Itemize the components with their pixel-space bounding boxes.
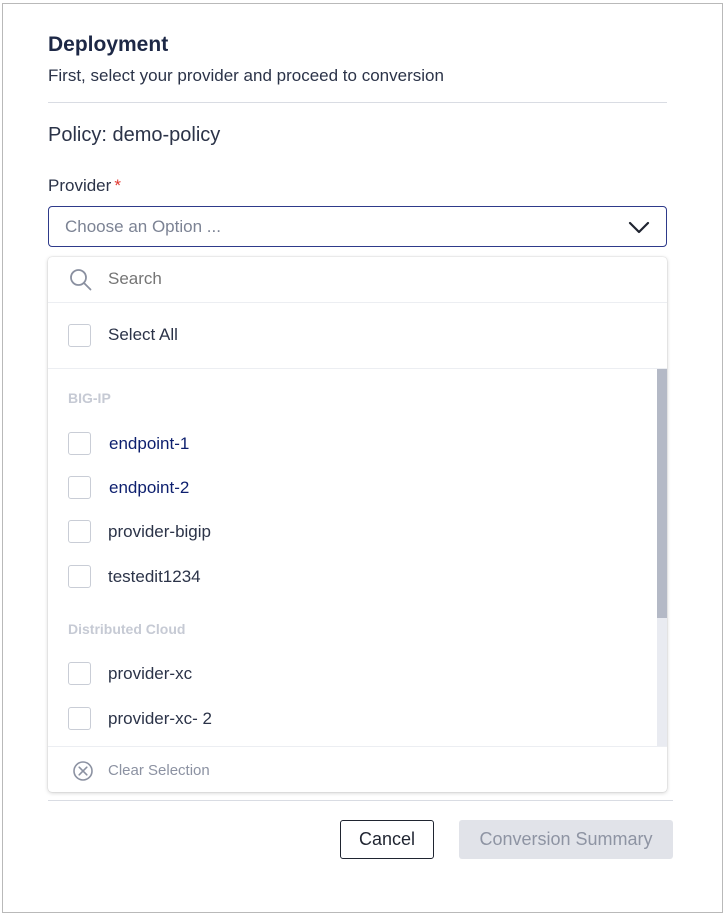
option-label: endpoint-2 bbox=[109, 478, 190, 497]
option-provider-xc-2[interactable]: provider-xc- 2 bbox=[48, 699, 657, 739]
select-all-checkbox[interactable] bbox=[68, 324, 91, 347]
dropdown-search bbox=[48, 257, 667, 303]
search-icon bbox=[70, 269, 92, 291]
clear-selection-button[interactable]: Clear Selection bbox=[48, 746, 667, 792]
provider-dropdown: Select All BIG-IP endpoint-1 endpoint-2 … bbox=[48, 257, 667, 792]
clear-circle-icon bbox=[73, 761, 93, 781]
option-checkbox[interactable] bbox=[68, 520, 91, 543]
group-label-bigip: BIG-IP bbox=[68, 390, 111, 406]
provider-label: Provider * bbox=[48, 176, 121, 196]
option-label: provider-bigip bbox=[108, 522, 211, 541]
option-checkbox[interactable] bbox=[68, 707, 91, 730]
group-label-distributed-cloud: Distributed Cloud bbox=[68, 621, 186, 637]
option-provider-xc[interactable]: provider-xc bbox=[48, 654, 657, 694]
option-testedit1234[interactable]: testedit1234 bbox=[48, 557, 657, 597]
options-list: BIG-IP endpoint-1 endpoint-2 provider-bi… bbox=[48, 369, 667, 746]
footer-divider bbox=[48, 800, 673, 801]
option-provider-bigip[interactable]: provider-bigip bbox=[48, 512, 657, 552]
option-label: provider-xc bbox=[108, 664, 193, 683]
dropdown-scrollbar[interactable] bbox=[657, 369, 667, 746]
option-checkbox[interactable] bbox=[68, 662, 91, 685]
option-checkbox[interactable] bbox=[68, 476, 91, 499]
required-marker: * bbox=[114, 176, 121, 195]
select-all-label: Select All bbox=[108, 325, 178, 344]
search-input[interactable] bbox=[106, 268, 610, 290]
cancel-button[interactable]: Cancel bbox=[340, 820, 434, 859]
dialog-title: Deployment bbox=[48, 33, 169, 56]
select-all-option[interactable]: Select All bbox=[48, 303, 667, 369]
conversion-summary-button[interactable]: Conversion Summary bbox=[459, 820, 673, 859]
option-label: testedit1234 bbox=[108, 567, 201, 586]
option-checkbox[interactable] bbox=[68, 432, 91, 455]
provider-label-text: Provider bbox=[48, 176, 112, 195]
clear-selection-label: Clear Selection bbox=[108, 762, 210, 779]
provider-select-placeholder: Choose an Option ... bbox=[65, 217, 221, 236]
provider-select[interactable]: Choose an Option ... bbox=[48, 206, 667, 247]
scrollbar-thumb[interactable] bbox=[657, 369, 667, 618]
header-divider bbox=[48, 102, 667, 103]
option-label: endpoint-1 bbox=[109, 434, 190, 453]
policy-name: Policy: demo-policy bbox=[48, 124, 221, 146]
option-endpoint-1[interactable]: endpoint-1 bbox=[48, 424, 657, 464]
chevron-down-icon[interactable] bbox=[628, 219, 650, 235]
option-checkbox[interactable] bbox=[68, 565, 91, 588]
option-label: provider-xc- 2 bbox=[108, 709, 212, 728]
option-endpoint-2[interactable]: endpoint-2 bbox=[48, 468, 657, 508]
dialog-subtitle: First, select your provider and proceed … bbox=[48, 66, 444, 85]
